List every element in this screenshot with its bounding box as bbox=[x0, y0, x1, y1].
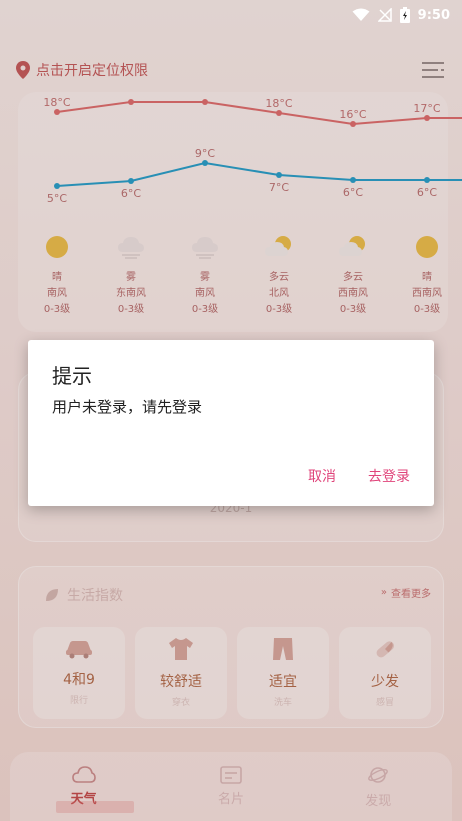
dialog-title: 提示 bbox=[52, 364, 92, 388]
wifi-icon bbox=[352, 8, 370, 21]
login-prompt-dialog: 提示 用户未登录，请先登录 取消 去登录 bbox=[28, 340, 434, 506]
status-bar: 9:50 bbox=[0, 0, 462, 30]
cancel-button[interactable]: 取消 bbox=[308, 466, 336, 486]
battery-icon bbox=[399, 7, 410, 23]
status-time: 9:50 bbox=[417, 7, 450, 23]
dialog-actions: 取消 去登录 bbox=[308, 466, 410, 486]
go-login-button[interactable]: 去登录 bbox=[368, 466, 410, 486]
no-signal-icon bbox=[377, 8, 392, 22]
dialog-message: 用户未登录，请先登录 bbox=[52, 398, 203, 416]
